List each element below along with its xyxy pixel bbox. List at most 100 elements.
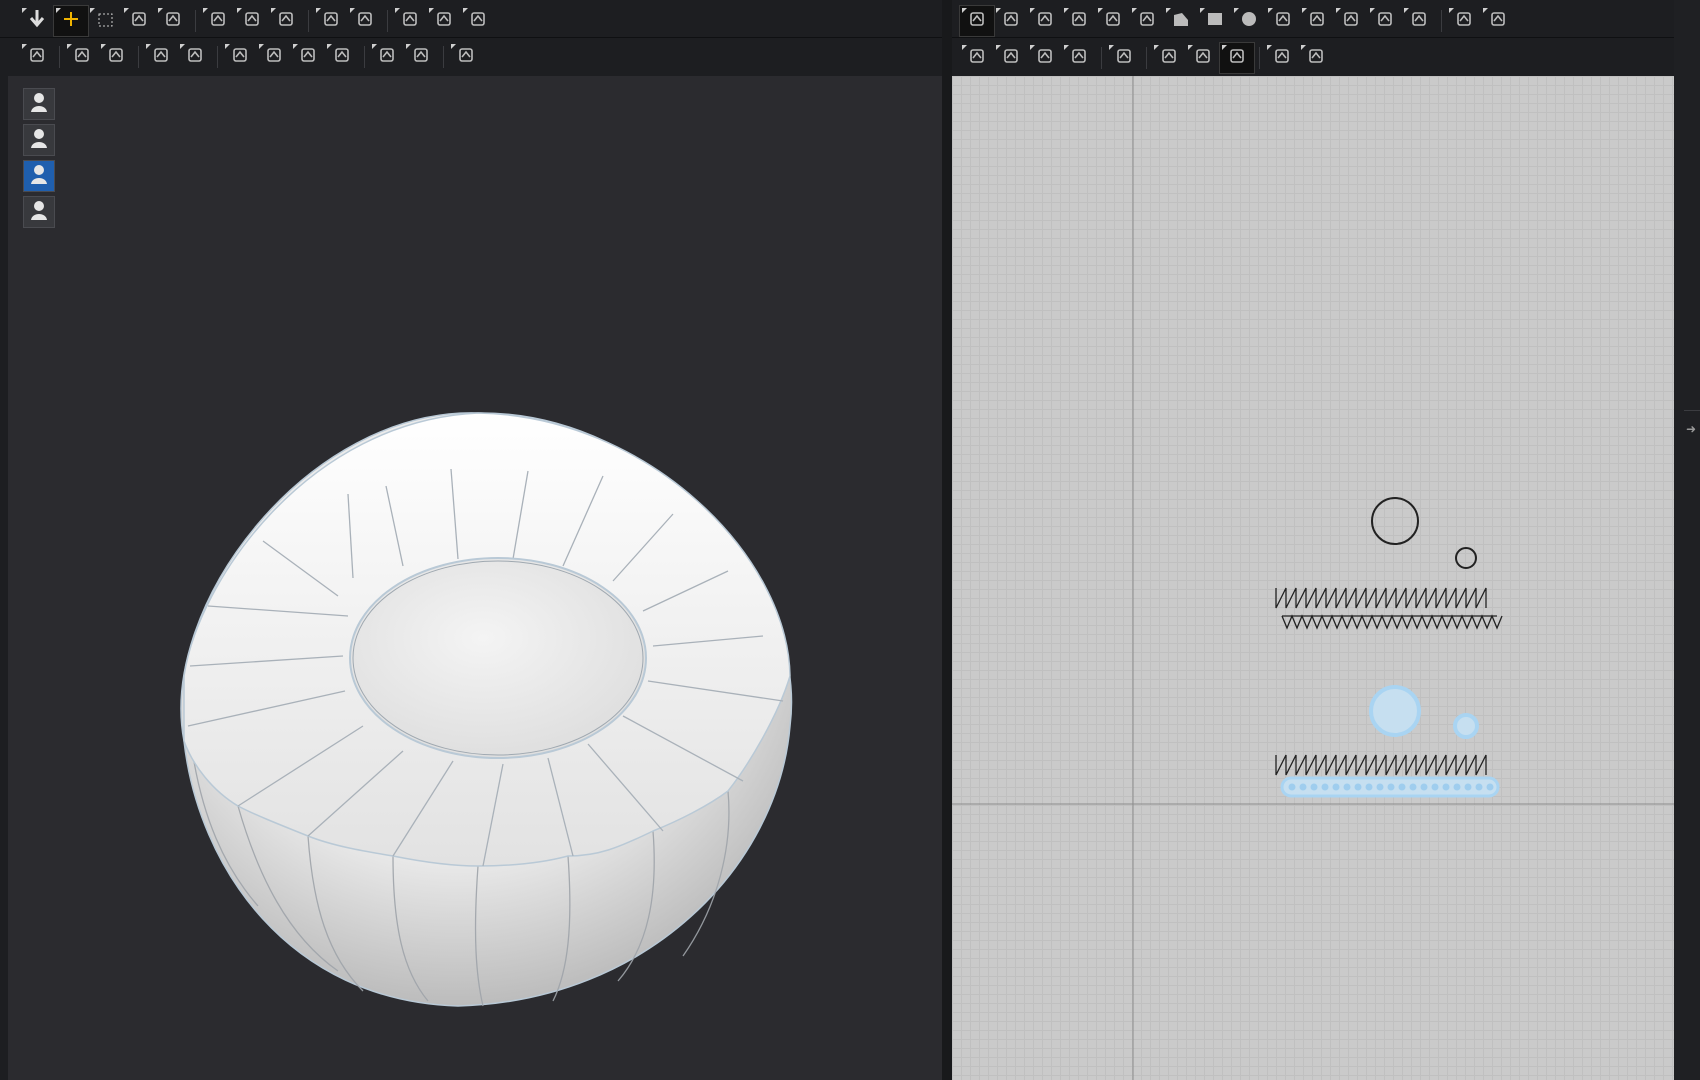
segment-sewing-button[interactable] (960, 43, 994, 73)
pattern-selected-node[interactable] (1387, 783, 1395, 791)
tape-button[interactable] (370, 42, 404, 72)
trim-button[interactable] (1219, 42, 1255, 74)
fold-arrangement-button[interactable] (156, 6, 190, 36)
strengthen-button[interactable] (65, 42, 99, 72)
internal-circle-icon (1338, 6, 1364, 37)
arrangement-point-button[interactable] (314, 6, 348, 36)
arrangement-shape-button[interactable] (348, 6, 382, 36)
pattern-selected-node[interactable] (1420, 783, 1428, 791)
internal-polygon-button[interactable] (1266, 6, 1300, 36)
free-sewing-button[interactable] (994, 43, 1028, 73)
measure-distance-button[interactable] (449, 42, 483, 72)
pattern-petal-strip[interactable] (1281, 614, 1503, 630)
arrangement-shape-icon (352, 6, 378, 37)
pattern-selected-node[interactable] (1376, 783, 1384, 791)
fold-button[interactable] (1481, 6, 1515, 36)
transform-pattern-button[interactable] (122, 6, 156, 36)
pattern-selected-node[interactable] (1310, 783, 1318, 791)
dart-button[interactable] (1368, 6, 1402, 36)
box-select-button[interactable] (88, 6, 122, 36)
edit-point-button[interactable] (994, 6, 1028, 36)
split-line-icon (1134, 6, 1160, 37)
pattern-selected-node[interactable] (1453, 783, 1461, 791)
pattern-selected-node[interactable] (1486, 783, 1494, 791)
trace-button[interactable] (1402, 6, 1436, 36)
pattern-selected-node[interactable] (1464, 783, 1472, 791)
toolbar-3d-row2 (20, 42, 483, 72)
edit-curvature-button[interactable] (1028, 6, 1062, 36)
internal-rectangle-button[interactable] (1300, 6, 1334, 36)
polygon-button[interactable] (1164, 6, 1198, 36)
graphic-2d-button[interactable] (1186, 43, 1220, 73)
sewing-m-to-n-icon (1032, 43, 1058, 74)
fabric-layer-button[interactable] (404, 42, 438, 72)
sewing-m-to-n-button[interactable] (1028, 43, 1062, 73)
lasso-button[interactable] (427, 6, 461, 36)
toolbar-3d-row1 (20, 5, 495, 37)
edit-curvature-icon (1032, 6, 1058, 37)
pattern-selected-node[interactable] (1398, 783, 1406, 791)
pattern-side-strip[interactable] (1275, 587, 1487, 609)
button-button[interactable] (223, 42, 257, 72)
rectangle-button[interactable] (1198, 6, 1232, 36)
graphic-button[interactable] (178, 42, 212, 72)
viewport-2d-pattern[interactable] (952, 76, 1674, 1080)
grid-snap-button[interactable] (1299, 43, 1333, 73)
expand-panel-arrow-icon[interactable]: ➜ (1686, 422, 1696, 436)
edit-sewing-icon (205, 6, 231, 37)
ruler-button[interactable] (461, 6, 495, 36)
pattern-selected-node[interactable] (1299, 783, 1307, 791)
pleat-button[interactable] (1447, 6, 1481, 36)
pouf-3d-model[interactable] (8, 76, 942, 1080)
viewport-divider[interactable] (942, 0, 952, 1080)
toolbar-separator (59, 46, 60, 68)
grid-select-button[interactable] (1265, 43, 1299, 73)
curve-point-button[interactable] (1062, 6, 1096, 36)
buttonhole-button[interactable] (325, 42, 359, 72)
pattern-selected-node[interactable] (1332, 783, 1340, 791)
pattern-selected-node[interactable] (1442, 783, 1450, 791)
add-point-button[interactable] (1096, 6, 1130, 36)
pattern-top-circle[interactable] (1371, 497, 1419, 545)
garment-fit-button[interactable] (269, 6, 303, 36)
select-move-button[interactable] (53, 5, 89, 37)
split-line-button[interactable] (1130, 6, 1164, 36)
iron-button[interactable] (1107, 43, 1141, 73)
pattern-selected-node[interactable] (1321, 783, 1329, 791)
trim-icon (1224, 43, 1250, 74)
texture-icon (148, 42, 174, 73)
texture-button[interactable] (144, 42, 178, 72)
curve-point-icon (1066, 6, 1092, 37)
texture-2d-button[interactable] (1152, 43, 1186, 73)
pattern-selected-node[interactable] (1343, 783, 1351, 791)
button-plain-button[interactable] (257, 42, 291, 72)
right-collapsed-panel (1674, 0, 1700, 1080)
zipper-button[interactable] (291, 42, 325, 72)
pattern-selected-node[interactable] (1475, 783, 1483, 791)
edit-sewing-2d-button[interactable] (1062, 43, 1096, 73)
avatar-pose-button[interactable] (20, 42, 54, 72)
grid-select-icon (1269, 43, 1295, 74)
pattern-selected-node[interactable] (1409, 783, 1417, 791)
rectangle-icon (1202, 6, 1228, 37)
viewport-3d[interactable] (8, 76, 942, 1080)
pattern-small-circle[interactable] (1455, 547, 1477, 569)
pattern-selected-node[interactable] (1431, 783, 1439, 791)
internal-circle-button[interactable] (1334, 6, 1368, 36)
pattern-side-strip-lower[interactable] (1275, 754, 1487, 776)
pattern-selected-node[interactable] (1288, 783, 1296, 791)
pattern-selected-node[interactable] (1354, 783, 1362, 791)
edit-brush-button[interactable] (99, 42, 133, 72)
pin-button[interactable] (393, 6, 427, 36)
pin-icon (397, 6, 423, 37)
pattern-top-circle-selected[interactable] (1369, 685, 1421, 737)
move-down-arrow-button[interactable] (20, 6, 54, 36)
pattern-selected-node[interactable] (1365, 783, 1373, 791)
toolbar-separator (1101, 47, 1102, 69)
pattern-small-circle-selected[interactable] (1453, 713, 1479, 739)
tack-button[interactable] (235, 6, 269, 36)
transform-pattern-button[interactable] (959, 5, 995, 37)
edit-sewing-button[interactable] (201, 6, 235, 36)
circle-button[interactable] (1232, 6, 1266, 36)
move-down-arrow-icon (24, 6, 50, 37)
